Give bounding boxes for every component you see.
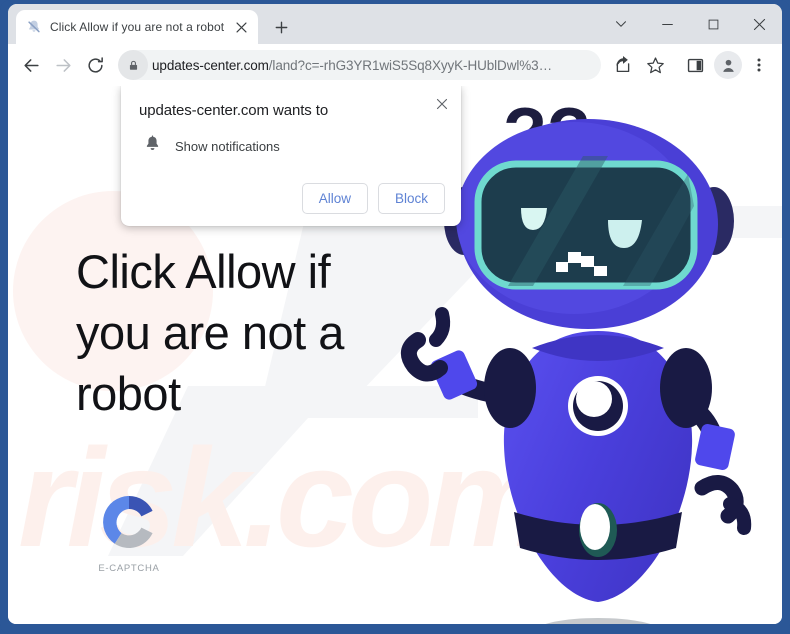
window-controls bbox=[598, 4, 782, 44]
url-host: updates-center.com bbox=[152, 57, 269, 73]
notification-permission-dialog: updates-center.com wants to Show notific… bbox=[121, 86, 461, 226]
maximize-button[interactable] bbox=[690, 5, 736, 43]
e-captcha-logo: E-CAPTCHA bbox=[96, 491, 162, 574]
back-arrow-icon bbox=[23, 58, 39, 72]
new-tab-button[interactable] bbox=[267, 13, 295, 41]
dialog-actions: Allow Block bbox=[139, 183, 445, 214]
back-button[interactable] bbox=[16, 50, 46, 80]
forward-arrow-icon bbox=[55, 58, 71, 72]
three-dot-menu-icon bbox=[757, 58, 761, 72]
tab-search-button[interactable] bbox=[598, 5, 644, 43]
reload-button[interactable] bbox=[80, 50, 110, 80]
profile-button[interactable] bbox=[714, 51, 742, 79]
robot-left-shoulder bbox=[484, 348, 536, 428]
robot-shadow bbox=[545, 618, 651, 624]
e-captcha-c-logo-icon bbox=[103, 495, 153, 548]
share-icon bbox=[616, 56, 630, 73]
dialog-title: updates-center.com wants to bbox=[139, 102, 329, 119]
maximize-icon bbox=[708, 19, 718, 29]
browser-toolbar: updates-center.com/land?c=-rhG3YR1wiS5Sq… bbox=[8, 44, 782, 86]
close-icon bbox=[436, 98, 448, 110]
minimize-icon bbox=[661, 23, 673, 25]
page-viewport: risk.com Click Allow if you are not a ro… bbox=[8, 86, 782, 624]
e-captcha-label: E-CAPTCHA bbox=[98, 563, 160, 574]
permission-row: Show notifications bbox=[139, 135, 445, 157]
minimize-button[interactable] bbox=[644, 5, 690, 43]
chevron-down-icon bbox=[615, 21, 627, 27]
close-window-button[interactable] bbox=[736, 5, 782, 43]
url-path: /land?c=-rhG3YR1wiS5Sq8XyyK-HUblDwl%3… bbox=[268, 57, 552, 73]
permission-label: Show notifications bbox=[175, 138, 280, 154]
profile-avatar-icon bbox=[722, 59, 734, 72]
lock-icon[interactable] bbox=[118, 50, 148, 80]
page-title: Click Allow if you are not a robot bbox=[76, 245, 344, 420]
browser-tab[interactable]: Click Allow if you are not a robot bbox=[16, 10, 259, 44]
close-dialog-button[interactable] bbox=[431, 93, 453, 115]
share-button[interactable] bbox=[608, 50, 638, 80]
browser-window: Click Allow if you are not a robot updat… bbox=[8, 4, 782, 624]
tab-title: Click Allow if you are not a robot bbox=[50, 20, 225, 34]
desktop-frame: Click Allow if you are not a robot updat… bbox=[0, 0, 790, 634]
side-panel-button[interactable] bbox=[680, 50, 710, 80]
allow-button[interactable]: Allow bbox=[301, 183, 368, 214]
close-icon bbox=[753, 18, 765, 30]
browser-menu-button[interactable] bbox=[744, 50, 774, 80]
bell-icon bbox=[144, 135, 161, 157]
close-tab-icon[interactable] bbox=[232, 18, 250, 36]
url-text: updates-center.com/land?c=-rhG3YR1wiS5Sq… bbox=[152, 58, 552, 73]
bookmark-button[interactable] bbox=[640, 50, 670, 80]
address-bar[interactable]: updates-center.com/land?c=-rhG3YR1wiS5Sq… bbox=[118, 50, 601, 80]
plus-icon bbox=[275, 21, 288, 33]
reload-icon bbox=[87, 56, 103, 73]
bell-blocked-favicon-icon bbox=[26, 19, 42, 35]
block-button[interactable]: Block bbox=[377, 183, 445, 214]
robot-right-shoulder bbox=[660, 348, 712, 428]
forward-button[interactable] bbox=[48, 50, 78, 80]
tab-strip: Click Allow if you are not a robot bbox=[8, 4, 782, 44]
side-panel-icon bbox=[687, 58, 703, 72]
star-icon bbox=[646, 56, 664, 73]
